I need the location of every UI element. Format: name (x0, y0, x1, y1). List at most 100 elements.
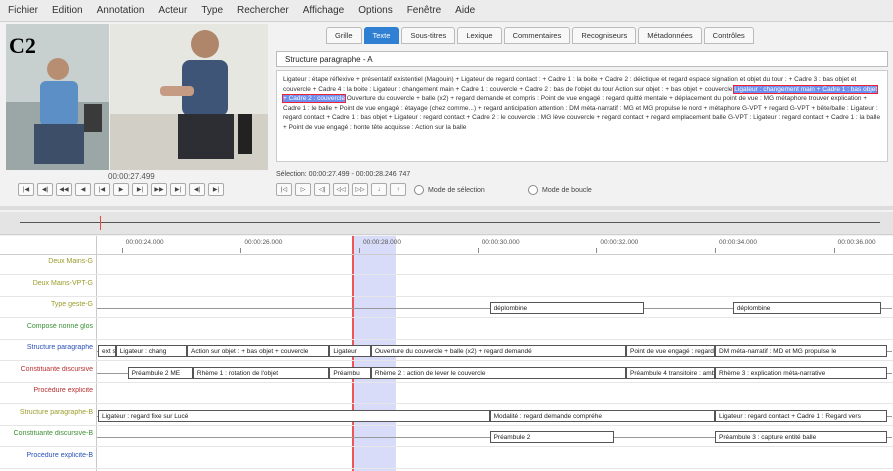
tier-row[interactable]: Deux Mains-G (0, 256, 893, 275)
menu-item-6[interactable]: Affichage (303, 5, 345, 16)
tier-row[interactable]: Constituante discursive-B Préambule 2 Préa… (0, 428, 893, 447)
video-right (110, 24, 268, 170)
tier-label[interactable]: Structure paragraphe (0, 344, 96, 351)
tab-0[interactable]: Grille (326, 27, 362, 44)
tab-6[interactable]: Métadonnées (638, 27, 702, 44)
tier-label[interactable]: Composé nonné glos (0, 323, 96, 330)
selection-mode-radio[interactable] (414, 185, 424, 195)
player-control-7[interactable]: ▶▶ (151, 183, 167, 196)
player-control-3[interactable]: ◀ (75, 183, 91, 196)
ruler-tick-label: 00:00:24.000 (125, 239, 164, 246)
selection-control-2[interactable]: ◁| (314, 183, 330, 196)
menu-item-1[interactable]: Edition (52, 5, 83, 16)
annotation[interactable]: Préambule 2 (489, 431, 615, 443)
tier-label[interactable]: Procédure explicite (0, 387, 96, 394)
tier-label[interactable]: Structure paragraphe-B (0, 409, 96, 416)
selection-control-5[interactable]: ↓ (371, 183, 387, 196)
annotation[interactable]: Modalité : regard demande compréhe (489, 409, 715, 422)
tier-row[interactable]: Composé nonné glos (0, 321, 893, 340)
ruler-tick (596, 248, 598, 253)
player-control-2[interactable]: ◀◀ (56, 183, 72, 196)
tier-row[interactable]: Procédure explicite-B (0, 450, 893, 469)
menu-item-0[interactable]: Fichier (8, 5, 38, 16)
annotation[interactable]: Ligateur : chang (115, 345, 187, 357)
ruler-tick-label: 00:00:26.000 (244, 239, 283, 246)
video-right-frame (110, 24, 268, 170)
tab-3[interactable]: Lexique (457, 27, 502, 44)
tab-4[interactable]: Commentaires (503, 27, 571, 44)
selection-mode-option[interactable]: Mode de sélection (414, 185, 485, 195)
annotation[interactable]: Préambule 2 ME (127, 366, 193, 379)
menu-item-4[interactable]: Type (201, 5, 223, 16)
annotation[interactable]: Action sur objet : + bas objet + couverc… (186, 345, 330, 357)
ruler-tick-label: 00:00:34.000 (719, 239, 757, 246)
menu-item-2[interactable]: Annotation (97, 5, 145, 16)
tier-row[interactable]: Type geste-G déplombine déplombine (0, 299, 893, 318)
tier-label[interactable]: Constituante discursive-B (0, 430, 96, 437)
player-control-1[interactable]: ◀| (37, 183, 53, 196)
player-control-6[interactable]: ▶| (132, 183, 148, 196)
annotation[interactable]: ext sur (98, 345, 116, 357)
tier-row[interactable]: Structure paragraphe-B Ligateur : regard … (0, 407, 893, 426)
menu-item-5[interactable]: Rechercher (237, 5, 289, 16)
tier-row[interactable]: Procédure explicite (0, 385, 893, 404)
time-ruler[interactable]: 00:00:24.000 00:00:26.000 00:00:28.000 00:0… (0, 236, 893, 255)
player-control-4[interactable]: |◀ (94, 183, 110, 196)
tier-label[interactable]: Procédure explicite-B (0, 452, 96, 459)
player-control-9[interactable]: ◀| (189, 183, 205, 196)
tab-5[interactable]: Recogniseurs (572, 27, 637, 44)
annotation[interactable]: déplombine (732, 302, 882, 314)
tier-label[interactable]: Deux Mains-G (0, 258, 96, 265)
ruler-tick-label: 00:00:32.000 (600, 239, 639, 246)
annotation[interactable]: Rhème 2 : action de lever le couvercle (370, 366, 627, 379)
player-control-0[interactable]: |◀ (18, 183, 34, 196)
annotation[interactable]: Rhème 3 : explication méta-narrative (715, 366, 888, 379)
annotation[interactable]: Préambule 3 : capture entité balle (715, 431, 888, 443)
tab-2[interactable]: Sous-titres (401, 27, 456, 44)
menu-item-3[interactable]: Acteur (158, 5, 187, 16)
panel-splitter[interactable] (0, 206, 893, 210)
tier-label[interactable]: Type geste-G (0, 301, 96, 308)
annotation[interactable]: DM méta-narratif : MD et MG propulse le (715, 345, 888, 357)
ruler-tick-label: 00:00:30.000 (481, 239, 520, 246)
selection-control-4[interactable]: ▷▷ (352, 183, 368, 196)
selection-control-3[interactable]: ◁◁ (333, 183, 349, 196)
loop-mode-option[interactable]: Mode de boucle (528, 185, 592, 195)
tab-7[interactable]: Contrôles (703, 27, 754, 44)
annotation[interactable]: Ouverture du couvercle + balle (x2) + re… (370, 345, 627, 357)
overview-marker[interactable] (100, 216, 101, 230)
annotation[interactable]: Ligateur (329, 345, 371, 357)
tab-1[interactable]: Texte (363, 27, 400, 44)
selection-control-1[interactable]: ▷ (295, 183, 311, 196)
player-control-5[interactable]: ▶ (113, 183, 129, 196)
text-after: Ouverture du couvercle + balle (x2) + re… (283, 95, 881, 131)
media-timecode: 00:00:27.499 (108, 172, 155, 181)
menu-item-7[interactable]: Options (358, 5, 392, 16)
annotation[interactable]: Préambu (329, 366, 371, 379)
annotation[interactable]: Point de vue engagé : regard (626, 345, 715, 357)
annotation[interactable]: Préambule 4 transitoire : amb (626, 366, 715, 379)
tier-row[interactable]: Deux Mains-VPT-G (0, 278, 893, 297)
overview-ruler[interactable] (0, 212, 893, 235)
annotation[interactable]: déplombine (489, 302, 644, 314)
selection-control-6[interactable]: ↑ (390, 183, 406, 196)
text-viewer[interactable]: Ligateur : étape réflexive + présentatif… (276, 70, 888, 162)
player-control-8[interactable]: ▶| (170, 183, 186, 196)
annotation[interactable]: Ligateur : regard contact + Cadre 1 : Re… (715, 409, 888, 422)
loop-mode-label: Mode de boucle (542, 186, 592, 194)
tier-label[interactable]: Constituante discursive (0, 366, 96, 373)
text-tier-title[interactable]: Structure paragraphe - A (276, 51, 888, 67)
menu-bar: Fichier Edition Annotation Acteur Type Recher… (0, 0, 893, 22)
tier-row[interactable]: Constituante discursive Préambule 2 ME Rhè… (0, 364, 893, 383)
ruler-tick-label: 00:00:36.000 (837, 239, 876, 246)
annotation[interactable]: Rhème 1 : rotation de l'objet (192, 366, 330, 379)
selection-control-0[interactable]: |◁ (276, 183, 292, 196)
loop-mode-radio[interactable] (528, 185, 538, 195)
menu-item-8[interactable]: Fenêtre (407, 5, 441, 16)
tier-label[interactable]: Deux Mains-VPT-G (0, 280, 96, 287)
annotation[interactable]: Ligateur : regard fixe sur Lucé (98, 409, 490, 422)
menu-item-9[interactable]: Aide (455, 5, 475, 16)
annotation-timeline[interactable]: 00:00:24.000 00:00:26.000 00:00:28.000 00:0… (0, 236, 893, 471)
tier-row[interactable]: Structure paragrapheext surLigateur : ch… (0, 342, 893, 361)
player-control-10[interactable]: ▶| (208, 183, 224, 196)
